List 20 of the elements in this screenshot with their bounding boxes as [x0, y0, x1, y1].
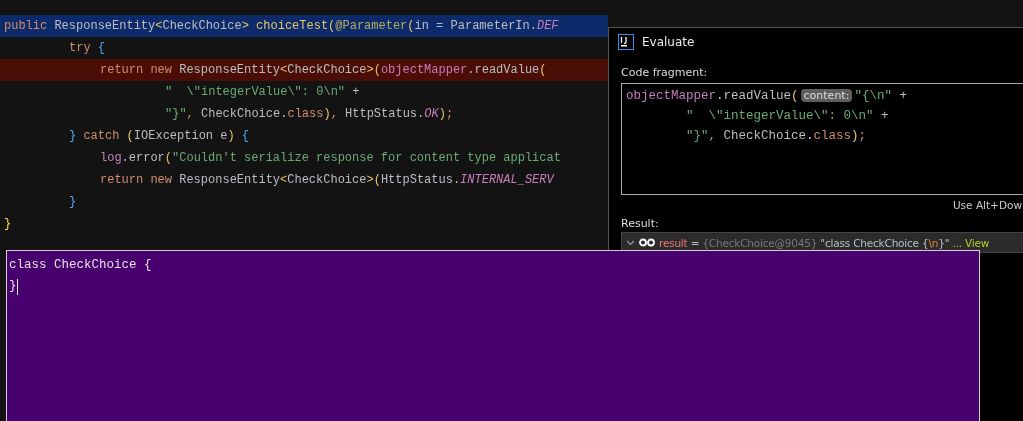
code-line: log.error("Couldn't serialize response for content type applicat	[99, 150, 562, 167]
code-line: return new ResponseEntity<CheckChoice>(HttpStatus.INTERNAL_SERV	[99, 172, 556, 189]
dialog-title: Evaluate	[642, 35, 695, 49]
glasses-icon	[639, 238, 655, 247]
code-line: }	[3, 216, 13, 233]
console-text: class CheckChoice {	[9, 257, 152, 274]
code-line: }	[68, 194, 78, 211]
code-line: "}", CheckChoice.class), HttpStatus.OK);	[164, 106, 455, 123]
chevron-icon[interactable]	[626, 238, 635, 247]
code-fragment-field[interactable]: objectMapper.readValue( content: "{\n" + " \"integerValue\": 0\n" + "}", CheckChoice.class);	[621, 83, 1023, 195]
text-cursor	[16, 278, 18, 295]
code-line: } catch (IOException e) {	[68, 128, 251, 145]
code-line: try {	[68, 40, 106, 57]
code-fragment-label: Code fragment:	[620, 65, 709, 81]
shortcut-hint: Use Alt+Dow	[951, 198, 1022, 211]
result-label: Result:	[620, 216, 660, 230]
code-line: " \"integerValue\": 0\n" +	[164, 84, 361, 101]
console-text: }	[9, 278, 17, 295]
parameter-hint: content:	[800, 89, 853, 102]
app-logo-icon	[618, 34, 634, 50]
